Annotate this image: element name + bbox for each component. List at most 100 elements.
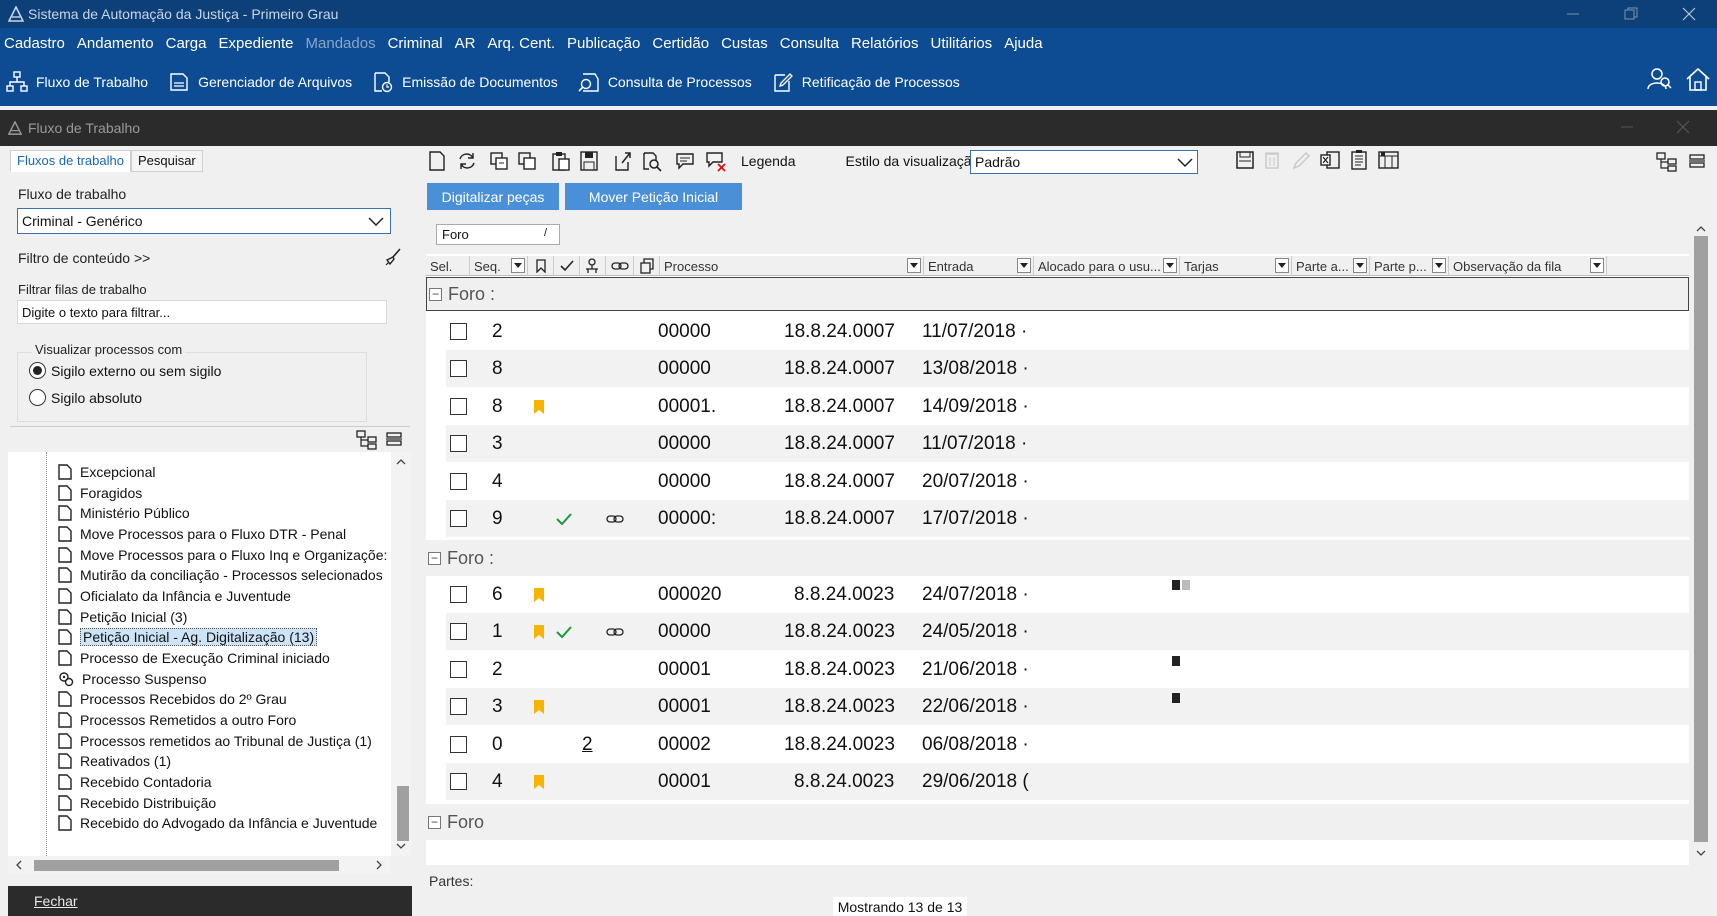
columns-config-icon[interactable] (1378, 150, 1400, 170)
tree-vertical-scrollbar[interactable] (391, 452, 411, 856)
filter-dropdown-icon[interactable] (1275, 258, 1289, 273)
table-row[interactable]: 0 2 00002 18.8.24.0023 06/08/2018 · (446, 726, 1689, 763)
tab-workflows[interactable]: Fluxos de trabalho (10, 150, 131, 172)
header-passive-party[interactable]: Parte p... (1370, 256, 1449, 276)
group-by-chip[interactable]: Foro / (436, 224, 560, 245)
menu-custas[interactable]: Custas (721, 35, 768, 52)
queue-item[interactable]: Processos Recebidos do 2º Grau (58, 689, 287, 709)
row-process-prefix[interactable]: 00001 (658, 763, 711, 800)
queue-item[interactable]: Processos Remetidos a outro Foro (58, 710, 296, 730)
row-select-checkbox[interactable] (450, 688, 467, 725)
row-process-suffix[interactable]: 8.8.24.0023 (794, 576, 894, 613)
home-button[interactable] (1685, 66, 1711, 92)
expand-groups-button[interactable] (1656, 152, 1678, 172)
toolbar-workflow-button[interactable]: Fluxo de Trabalho (6, 71, 148, 93)
row-attachment-count[interactable]: 2 (582, 726, 593, 763)
row-process-suffix[interactable]: 18.8.24.0007 (784, 388, 895, 425)
inner-minimize-button[interactable] (1620, 120, 1634, 134)
excel-export-icon[interactable] (1320, 150, 1340, 170)
header-check[interactable] (554, 256, 580, 276)
menu-cadastro[interactable]: Cadastro (4, 35, 65, 52)
row-select-checkbox[interactable] (450, 763, 467, 800)
menu-ajuda[interactable]: Ajuda (1004, 35, 1042, 52)
table-row[interactable]: 6 000020 8.8.24.0023 24/07/2018 · (446, 576, 1689, 613)
row-process-suffix[interactable]: 18.8.24.0007 (784, 313, 895, 350)
save-view-icon[interactable] (1236, 150, 1254, 170)
grid-scroll-thumb[interactable] (1694, 236, 1708, 842)
row-process-prefix[interactable]: 00000 (658, 425, 711, 462)
row-select-checkbox[interactable] (450, 463, 467, 500)
row-select-checkbox[interactable] (450, 576, 467, 613)
view-style-select[interactable]: Padrão (970, 150, 1198, 174)
group-header[interactable]: − Foro : (426, 540, 1689, 576)
row-process-suffix[interactable]: 8.8.24.0023 (794, 763, 894, 800)
row-select-checkbox[interactable] (450, 313, 467, 350)
row-select-checkbox[interactable] (450, 726, 467, 763)
clear-filter-button[interactable] (384, 248, 402, 266)
menu-ar[interactable]: AR (455, 35, 476, 52)
queue-item[interactable]: Petição Inicial (3) (58, 607, 187, 627)
queue-item[interactable]: Move Processos para o Fluxo DTR - Penal (58, 524, 346, 544)
report-icon[interactable] (1350, 150, 1368, 170)
table-row-partial[interactable] (446, 840, 1689, 865)
collapse-groups-button[interactable] (1688, 154, 1706, 170)
queue-item[interactable]: Move Processos para o Fluxo Inq e Organi… (58, 545, 387, 565)
queue-item[interactable]: Recebido Distribuição (58, 793, 216, 813)
row-select-checkbox[interactable] (450, 613, 467, 650)
queue-item[interactable]: Processo Suspenso (58, 669, 207, 689)
save-copy-icon[interactable] (579, 150, 599, 172)
content-filter-toggle[interactable]: Filtro de conteúdo >> (18, 250, 150, 266)
table-row[interactable]: 4 00000 18.8.24.0007 20/07/2018 · (446, 463, 1689, 500)
close-panel-link[interactable]: Fechar (8, 886, 412, 916)
header-users[interactable] (580, 256, 606, 276)
row-process-prefix[interactable]: 00001 (658, 651, 711, 688)
row-process-prefix[interactable]: 00002 (658, 726, 711, 763)
table-row[interactable]: 2 00001 18.8.24.0023 21/06/2018 · (446, 651, 1689, 688)
toolbar-search-process-button[interactable]: Consulta de Processos (578, 71, 752, 93)
menu-consulta[interactable]: Consulta (780, 35, 839, 52)
group-header[interactable]: − Foro (426, 804, 1689, 840)
queue-item[interactable]: Ministério Público (58, 503, 190, 523)
clipboard-icon[interactable] (551, 150, 571, 172)
grid-vertical-scrollbar[interactable] (1691, 220, 1711, 865)
collapse-group-icon[interactable]: − (429, 287, 442, 301)
toolbar-edit-process-button[interactable]: Retificação de Processos (772, 71, 960, 93)
tree-horizontal-scrollbar[interactable] (8, 856, 391, 874)
filter-dropdown-icon[interactable] (1590, 258, 1604, 273)
export-icon[interactable] (613, 150, 633, 172)
header-tarjas[interactable]: Tarjas (1180, 256, 1292, 276)
header-process[interactable]: Processo (660, 256, 924, 276)
restore-button[interactable] (1608, 0, 1654, 28)
link-icon[interactable] (606, 500, 624, 537)
row-process-prefix[interactable]: 00001 (658, 688, 711, 725)
header-allocated-user[interactable]: Alocado para o usu... (1034, 256, 1180, 276)
filter-dropdown-icon[interactable] (907, 258, 921, 273)
row-select-checkbox[interactable] (450, 651, 467, 688)
queue-item[interactable]: Excepcional (58, 462, 156, 482)
row-process-suffix[interactable]: 18.8.24.0007 (784, 350, 895, 387)
table-row[interactable]: 8 00001. 18.8.24.0007 14/09/2018 · (446, 388, 1689, 425)
row-process-suffix[interactable]: 18.8.24.0023 (784, 651, 895, 688)
tree-hscroll-thumb[interactable] (34, 860, 339, 871)
queue-item[interactable]: Recebido Contadoria (58, 772, 212, 792)
filter-dropdown-icon[interactable] (1353, 258, 1367, 273)
queue-item[interactable]: Processo de Execução Criminal iniciado (58, 648, 330, 668)
header-seq[interactable]: Seq. (470, 256, 528, 276)
table-row[interactable]: 2 00000 18.8.24.0007 11/07/2018 · (446, 313, 1689, 350)
table-row[interactable]: 1 00000 18.8.24.0023 24/05/2018 · (446, 613, 1689, 650)
group-header[interactable]: − Foro : (426, 277, 1689, 311)
new-document-icon[interactable] (427, 150, 447, 172)
row-process-prefix[interactable]: 00000 (658, 613, 711, 650)
header-active-party[interactable]: Parte a... (1292, 256, 1370, 276)
menu-relatorios[interactable]: Relatórios (851, 35, 919, 52)
row-process-suffix[interactable]: 18.8.24.0023 (784, 688, 895, 725)
toolbar-document-issue-button[interactable]: Emissão de Documentos (372, 71, 558, 93)
refresh-icon[interactable] (457, 151, 477, 171)
user-button[interactable] (1646, 66, 1672, 92)
table-row[interactable]: 9 00000: 18.8.24.0007 17/07/2018 · (446, 500, 1689, 537)
table-row[interactable]: 8 00000 18.8.24.0007 13/08/2018 · (446, 350, 1689, 387)
queue-item[interactable]: Oficialato da Infância e Juventude (58, 586, 291, 606)
queue-filter-input[interactable]: Digite o texto para filtrar... (17, 300, 387, 324)
row-process-prefix[interactable]: 00000 (658, 350, 711, 387)
queue-item[interactable]: Processos remetidos ao Tribunal de Justi… (58, 731, 372, 751)
